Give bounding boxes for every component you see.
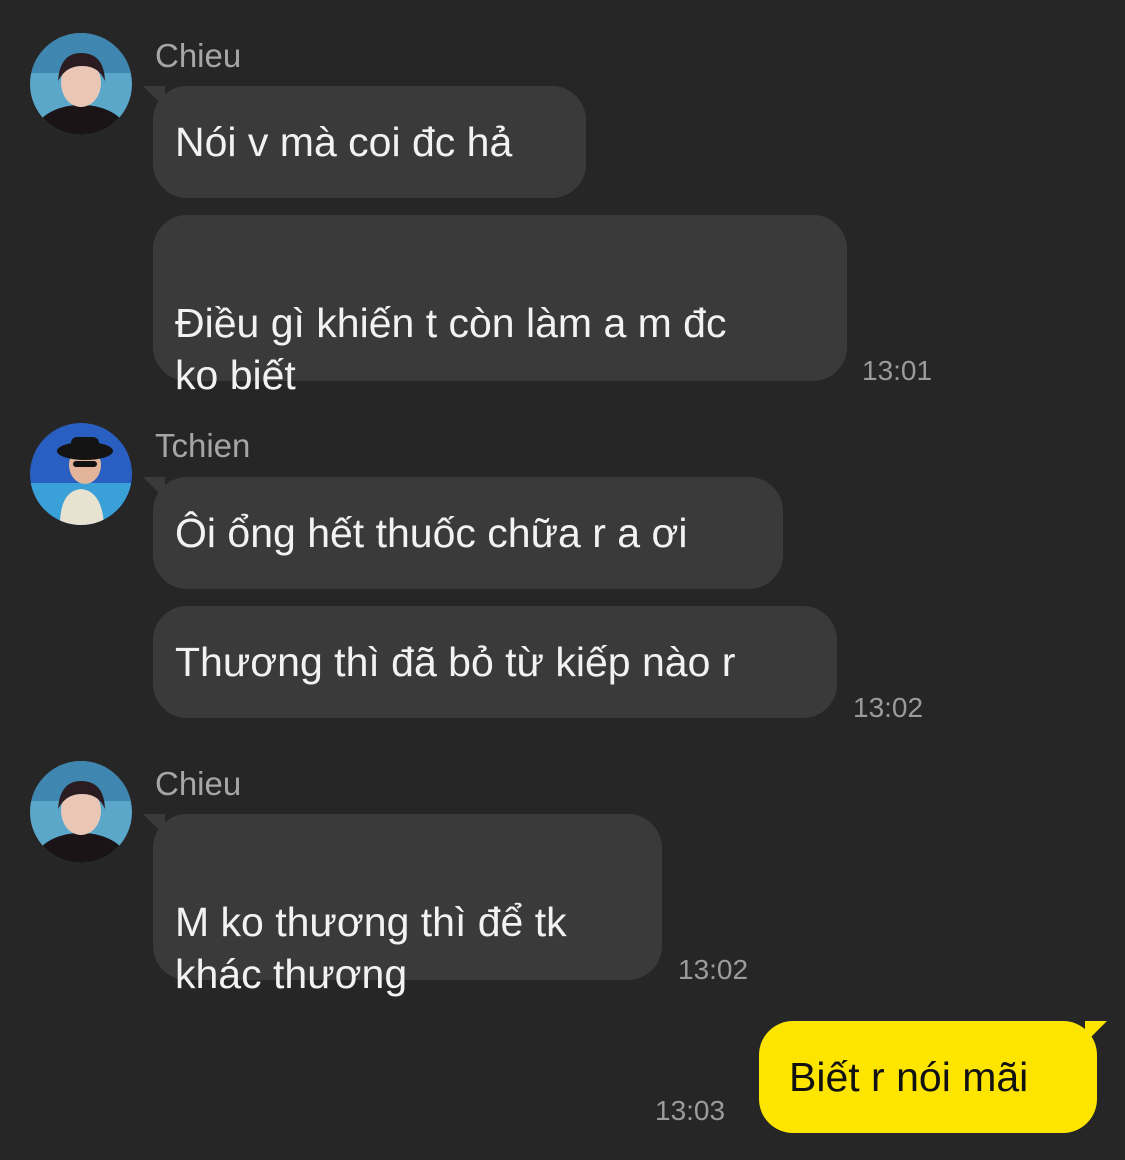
sender-name: Tchien	[155, 427, 251, 464]
message-bubble[interactable]: Thương thì đã bỏ từ kiếp nào r	[153, 606, 837, 718]
message-timestamp: 13:03	[655, 1095, 726, 1126]
message-text: Nói v mà coi đc hả	[175, 119, 513, 165]
message-bubble[interactable]: Nói v mà coi đc hả	[143, 86, 586, 198]
profile-photo-chieu-icon	[30, 761, 132, 863]
avatar-chieu[interactable]	[30, 33, 132, 135]
my-message-bubble[interactable]: Biết r nói mãi	[759, 1021, 1107, 1133]
message-timestamp: 13:02	[678, 954, 749, 985]
profile-photo-chieu-icon	[30, 33, 132, 135]
message-timestamp: 13:02	[853, 692, 924, 723]
message-text: Ôi ổng hết thuốc chữa r a ơi	[175, 510, 688, 556]
avatar-chieu[interactable]	[30, 761, 132, 863]
message-text: Thương thì đã bỏ từ kiếp nào r	[175, 639, 736, 685]
message-text: Điều gì khiến t còn làm a m đc ko biết	[175, 300, 727, 398]
sender-name: Chieu	[155, 37, 242, 74]
sender-name: Chieu	[155, 765, 242, 802]
message-text: Biết r nói mãi	[789, 1054, 1029, 1100]
avatar-tchien[interactable]	[30, 423, 132, 525]
profile-photo-tchien-icon	[30, 423, 132, 525]
message-timestamp: 13:01	[862, 355, 933, 386]
message-bubble[interactable]: Ôi ổng hết thuốc chữa r a ơi	[143, 477, 783, 589]
message-text: M ko thương thì để tk khác thương	[175, 899, 567, 997]
message-bubble[interactable]: Điều gì khiến t còn làm a m đc ko biết	[153, 215, 847, 398]
message-bubble[interactable]: M ko thương thì để tk khác thương	[143, 814, 662, 997]
